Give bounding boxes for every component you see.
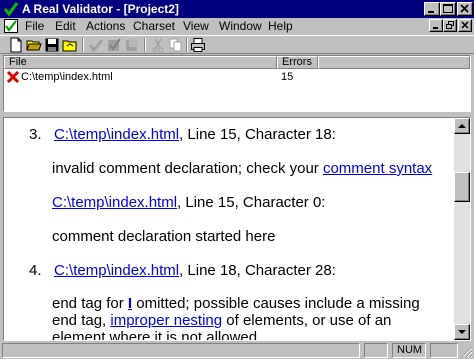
error-message: end tag, improper nesting of elements, o… [52,312,391,329]
open-folder-icon [62,40,77,52]
child-close-button[interactable] [458,19,472,32]
status-bar: NUM [0,342,474,359]
menu-edit[interactable]: Edit [55,19,76,33]
error-message: element where it is not allowed [52,329,258,340]
error-message: invalid comment declaration; check your … [52,160,432,177]
minimize-icon [433,27,438,29]
document-check-icon[interactable] [4,19,18,33]
menu-file[interactable]: File [25,19,44,33]
toolbar-separator [82,38,84,52]
scroll-up-button[interactable] [454,118,470,134]
resize-grip-icon[interactable] [461,346,473,358]
reference-message: comment declaration started here [52,228,276,245]
error-message: end tag for I omitted; possible causes i… [52,295,420,312]
save-button[interactable] [44,37,60,53]
results-list[interactable]: File Errors C:\temp\index.html 15 [3,55,471,112]
menu-help[interactable]: Help [268,19,293,33]
toolbar-separator [144,38,146,52]
message-text: of elements, or use of an [222,312,392,329]
status-message [2,343,360,358]
error-item-3-header: 3. C:\temp\index.html, Line 15, Characte… [29,126,336,143]
validator-check-icon [3,1,19,17]
vertical-scrollbar[interactable] [454,118,470,340]
print-icon [191,38,205,52]
improper-nesting-link[interactable]: improper nesting [110,312,222,329]
menu-view[interactable]: View [183,19,209,33]
error-x-icon [6,70,20,84]
table-row[interactable]: C:\temp\index.html 15 [4,70,470,84]
menu-actions[interactable]: Actions [86,19,125,33]
comment-syntax-link[interactable]: comment syntax [323,160,432,177]
column-header-empty [318,56,470,69]
location-text: , Line 18, Character 28: [179,262,336,279]
status-num-lock: NUM [392,343,426,358]
file-link[interactable]: C:\temp\index.html [54,262,179,279]
open-icon [26,40,42,51]
menu-bar: File Edit Actions Charset View Window He… [0,18,474,35]
app-window: A Real Validator - [Project2] File Edit … [0,0,474,359]
child-minimize-button[interactable] [429,19,443,32]
message-text: omitted; possible causes include a missi… [132,295,420,312]
close-icon [460,4,469,13]
menu-charset[interactable]: Charset [133,19,175,33]
item-number: 3. [29,126,42,143]
message-text: end tag for [52,295,128,312]
column-header-file[interactable]: File [4,56,277,69]
arrow-up-icon [458,124,466,128]
item-number: 4. [29,262,42,279]
file-link[interactable]: C:\temp\index.html [54,126,179,143]
toolbar [0,35,474,54]
menu-window[interactable]: Window [219,19,262,33]
child-restore-button[interactable] [443,19,457,32]
maximize-button[interactable] [440,2,456,16]
copy-button[interactable] [168,37,184,53]
stop-icon [126,38,138,51]
file-link[interactable]: C:\temp\index.html [52,194,177,211]
copy-icon [169,38,182,52]
location-text: , Line 15, Character 18: [179,126,336,143]
error-item-4-header: 4. C:\temp\index.html, Line 18, Characte… [29,262,336,279]
open-folder-button[interactable] [62,37,78,53]
maximize-icon [443,4,453,13]
arrow-down-icon [458,330,466,334]
error-reference: C:\temp\index.html, Line 15, Character 0… [52,194,325,211]
new-icon [10,37,22,53]
minimize-button[interactable] [424,2,440,16]
title-bar[interactable]: A Real Validator - [Project2] [0,0,474,18]
save-icon [45,38,59,52]
status-panel-caps [364,343,388,358]
error-details: 3. C:\temp\index.html, Line 15, Characte… [4,118,456,340]
details-pane[interactable]: 3. C:\temp\index.html, Line 15, Characte… [3,117,471,341]
error-count: 15 [281,71,294,83]
print-button[interactable] [190,37,206,53]
list-header: File Errors [4,56,470,69]
new-button[interactable] [8,37,24,53]
message-text: invalid comment declaration; check your [52,160,323,177]
validate-all-button[interactable] [106,37,122,53]
validate-all-icon [108,38,121,51]
message-text: end tag, [52,312,111,329]
validate-button[interactable] [88,37,104,53]
scroll-down-button[interactable] [454,324,470,340]
validate-check-icon [88,39,104,53]
cut-icon [152,38,164,53]
scroll-thumb[interactable] [454,172,470,202]
stop-button[interactable] [124,37,140,53]
close-icon [461,21,469,29]
status-panel-scroll [430,343,458,358]
cut-button[interactable] [150,37,166,53]
minimize-icon [428,11,434,13]
column-header-errors[interactable]: Errors [277,56,318,69]
file-name: C:\temp\index.html [21,71,113,83]
window-title: A Real Validator - [Project2] [22,2,179,16]
restore-icon [446,21,454,29]
toolbar-separator [186,38,188,52]
location-text: , Line 15, Character 0: [177,194,326,211]
open-button[interactable] [26,37,42,53]
close-button[interactable] [457,2,473,16]
